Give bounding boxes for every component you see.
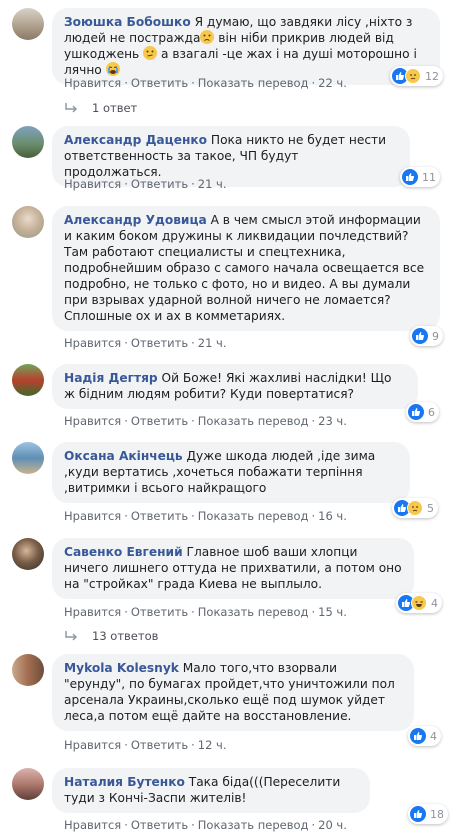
replies-count: 13 ответов (92, 629, 159, 643)
sad-emoji-icon (200, 30, 215, 44)
comment-actions: Нравится · Ответить · Показать перевод · 16 ч. (64, 509, 347, 523)
reply-link[interactable]: Ответить (131, 336, 188, 350)
reaction-count[interactable]: 5 (392, 498, 438, 518)
author-name[interactable]: Надія Дегтяр (64, 371, 158, 385)
like-link[interactable]: Нравится (64, 336, 121, 350)
reply-link[interactable]: Ответить (131, 177, 188, 191)
comment-bubble: Оксана Акінчець Дуже шкода людей ,іде зи… (52, 442, 410, 503)
translate-link[interactable]: Показать перевод (198, 818, 309, 832)
sad-reaction-icon (407, 500, 423, 516)
like-reaction-icon (410, 806, 426, 822)
translate-link[interactable]: Показать перевод (198, 605, 309, 619)
translate-link[interactable]: Показать перевод (198, 509, 309, 523)
like-link[interactable]: Нравится (64, 738, 121, 752)
timestamp[interactable]: 21 ч. (198, 336, 227, 350)
author-name[interactable]: Зоюшка Бобошко (64, 15, 191, 29)
comment-actions: Нравится · Ответить · Показать перевод · 20 ч. (64, 818, 347, 832)
reaction-number: 9 (432, 329, 439, 343)
timestamp[interactable]: 15 ч. (318, 605, 347, 619)
translate-link[interactable]: Показать перевод (198, 414, 309, 428)
reaction-number: 6 (428, 405, 435, 419)
comment-bubble: Зоюшка Бобошко Я думаю, що завдяки лісу … (52, 8, 440, 85)
timestamp[interactable]: 12 ч. (198, 738, 227, 752)
timestamp[interactable]: 22 ч. (318, 76, 347, 90)
reply-link[interactable]: Ответить (131, 605, 188, 619)
avatar[interactable] (12, 8, 44, 40)
like-link[interactable]: Нравится (64, 177, 121, 191)
author-name[interactable]: Александр Удовица (64, 213, 207, 227)
reaction-count[interactable]: 6 (406, 402, 439, 422)
comment-text: А в чем смысл этой информации и каким бо… (64, 213, 425, 323)
reaction-count[interactable]: 11 (400, 167, 440, 187)
author-name[interactable]: Оксана Акінчець (64, 449, 183, 463)
like-link[interactable]: Нравится (64, 818, 121, 832)
reaction-count[interactable]: 4 (396, 593, 442, 613)
reaction-number: 12 (425, 69, 439, 83)
comment-bubble: Александр Удовица А в чем смысл этой инф… (52, 206, 440, 331)
reaction-count[interactable]: 18 (408, 804, 448, 824)
like-link[interactable]: Нравится (64, 605, 121, 619)
confused-emoji-icon (143, 46, 158, 60)
like-reaction-icon (402, 169, 418, 185)
reaction-count[interactable]: 4 (408, 726, 441, 746)
reply-arrow-icon (65, 631, 77, 641)
timestamp[interactable]: 21 ч. (198, 177, 227, 191)
comment-actions: Нравится · Ответить · Показать перевод · 15 ч. (64, 605, 347, 619)
reaction-number: 4 (431, 596, 438, 610)
comment-actions: Нравится · Ответить · Показать перевод · 22 ч. (64, 76, 347, 90)
avatar[interactable] (12, 206, 44, 238)
reaction-count[interactable]: 12 (390, 66, 443, 86)
author-name[interactable]: Наталия Бутенко (64, 775, 185, 789)
crying-emoji-icon (105, 62, 120, 76)
reaction-count[interactable]: 9 (410, 326, 443, 346)
reply-link[interactable]: Ответить (131, 414, 188, 428)
like-link[interactable]: Нравится (64, 414, 121, 428)
like-reaction-icon (412, 328, 428, 344)
comment-actions: Нравится · Ответить · 21 ч. (64, 336, 227, 350)
timestamp[interactable]: 23 ч. (318, 414, 347, 428)
avatar[interactable] (12, 364, 44, 396)
reply-link[interactable]: Ответить (131, 738, 188, 752)
reaction-number: 11 (422, 170, 436, 184)
like-reaction-icon (408, 404, 424, 420)
author-name[interactable]: Савенко Евгений (64, 545, 183, 559)
reaction-number: 5 (427, 501, 434, 515)
timestamp[interactable]: 16 ч. (318, 509, 347, 523)
avatar[interactable] (12, 768, 44, 800)
avatar[interactable] (12, 126, 44, 158)
like-link[interactable]: Нравится (64, 509, 121, 523)
reaction-number: 4 (430, 729, 437, 743)
replies-count: 1 ответ (92, 101, 138, 115)
reply-link[interactable]: Ответить (131, 818, 188, 832)
comment-actions: Нравится · Ответить · Показать перевод · 23 ч. (64, 414, 347, 428)
comment-actions: Нравится · Ответить · 12 ч. (64, 738, 227, 752)
reply-link[interactable]: Ответить (131, 76, 188, 90)
reaction-number: 18 (430, 807, 444, 821)
like-link[interactable]: Нравится (64, 76, 121, 90)
comment-bubble: Надія Дегтяр Ой Боже! Які жахливі наслід… (52, 364, 418, 409)
view-replies-link[interactable]: 13 ответов (64, 629, 158, 643)
sad-reaction-icon (405, 68, 421, 84)
reply-link[interactable]: Ответить (131, 509, 188, 523)
avatar[interactable] (12, 538, 44, 570)
comment-actions: Нравится · Ответить · 21 ч. (64, 177, 227, 191)
comment-bubble: Mykola Kolesnyk Мало того,что взорвали "… (52, 654, 414, 731)
like-reaction-icon (410, 728, 426, 744)
translate-link[interactable]: Показать перевод (198, 76, 309, 90)
avatar[interactable] (12, 442, 44, 474)
timestamp[interactable]: 20 ч. (318, 818, 347, 832)
haha-reaction-icon (411, 595, 427, 611)
comment-bubble: Наталия Бутенко Така біда(((Переселити т… (52, 768, 370, 813)
reply-arrow-icon (65, 103, 77, 113)
avatar[interactable] (12, 654, 44, 686)
view-replies-link[interactable]: 1 ответ (64, 101, 137, 115)
author-name[interactable]: Александр Даценко (64, 133, 207, 147)
author-name[interactable]: Mykola Kolesnyk (64, 661, 179, 675)
comment-bubble: Савенко Евгений Главное шоб ваши хлопци … (52, 538, 414, 599)
